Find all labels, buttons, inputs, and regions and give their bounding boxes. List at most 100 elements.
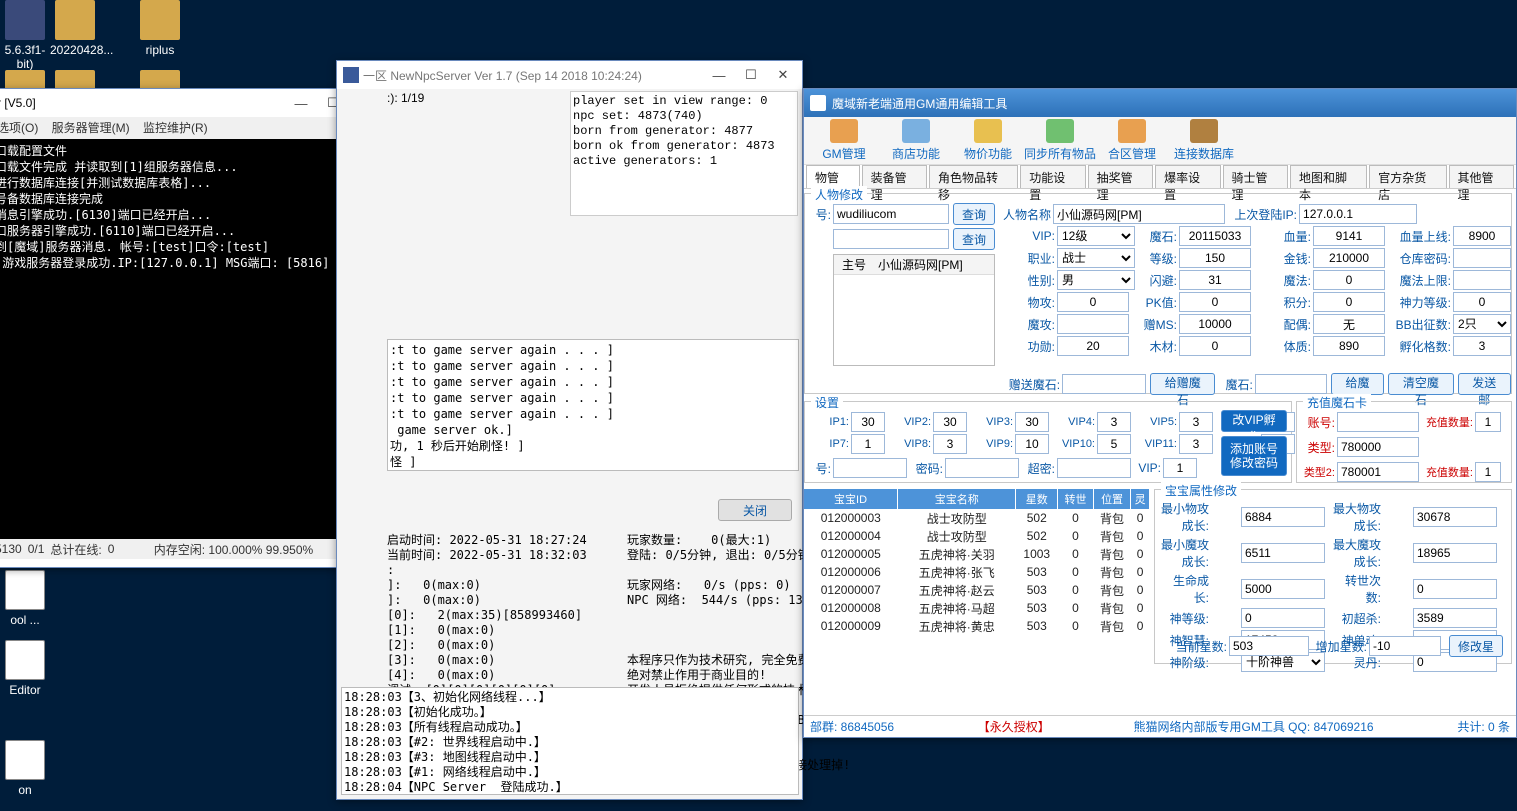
minimize-icon[interactable]: — <box>286 92 316 114</box>
tab-equip[interactable]: 装备管理 <box>862 165 927 188</box>
menu-options[interactable]: 选项(O) <box>0 121 38 135</box>
pet-table[interactable]: 宝宝ID宝宝名称星数转世位置灵012000003战士攻防型5020背包00120… <box>804 489 1150 635</box>
vip-pwd-input[interactable] <box>945 458 1019 478</box>
vip-super-input[interactable] <box>1057 458 1131 478</box>
tab-map[interactable]: 地图和脚本 <box>1290 165 1367 188</box>
vip-level-input[interactable] <box>1097 412 1131 432</box>
desktop-icon[interactable]: 5.6.3f1-bit) <box>0 0 50 71</box>
desktop-icon[interactable]: on <box>0 740 50 797</box>
card-acct-input[interactable] <box>1337 412 1419 432</box>
close-icon[interactable]: ✕ <box>768 64 798 86</box>
change-vip-button[interactable]: 改VIP孵化 <box>1221 410 1287 432</box>
sex-select[interactable]: 男 <box>1057 270 1135 290</box>
vip-level-input[interactable] <box>851 434 885 454</box>
mate-input[interactable] <box>1313 314 1385 334</box>
pk-input[interactable] <box>1179 292 1251 312</box>
mc-input[interactable] <box>1179 336 1251 356</box>
npc-titlebar[interactable]: 一区 NewNpcServer Ver 1.7 (Sep 14 2018 10:… <box>337 61 802 89</box>
tab-func[interactable]: 功能设置 <box>1020 165 1085 188</box>
card-type1-input[interactable] <box>1337 437 1419 457</box>
tab-other[interactable]: 其他管理 <box>1449 165 1514 188</box>
vip-level-input[interactable] <box>1015 412 1049 432</box>
name-input[interactable] <box>1053 204 1225 224</box>
give-ms-button[interactable]: 给魔石 <box>1331 373 1384 395</box>
fh-input[interactable] <box>1453 336 1511 356</box>
desktop-icon[interactable]: 20220428... <box>50 0 100 57</box>
tab-knight[interactable]: 骑士管理 <box>1223 165 1288 188</box>
gold-input[interactable] <box>1313 248 1385 268</box>
hpmax-input[interactable] <box>1453 226 1511 246</box>
ms-input[interactable] <box>1179 226 1251 246</box>
lv-input[interactable] <box>1179 248 1251 268</box>
giftms2-input[interactable] <box>1062 374 1146 394</box>
addstar-input[interactable] <box>1369 636 1441 656</box>
vip-level-input[interactable] <box>1015 434 1049 454</box>
acct-input[interactable] <box>833 204 949 224</box>
tb-sync[interactable]: 同步所有物品 <box>1024 119 1096 162</box>
job-select[interactable]: 战士 <box>1057 248 1135 268</box>
send-email-button[interactable]: 发送邮 <box>1458 373 1511 395</box>
gm-titlebar[interactable]: 魔域新老端通用GM通用编辑工具 <box>804 89 1516 117</box>
card-type2-input[interactable] <box>1337 462 1419 482</box>
life-input[interactable] <box>1241 579 1325 599</box>
console-titlebar[interactable]: r [V5.0] — ☐ ✕ <box>0 89 384 117</box>
bbcert-select[interactable]: 2只 <box>1453 314 1511 334</box>
curstar-input[interactable] <box>1229 636 1309 656</box>
ms2-input[interactable] <box>1255 374 1327 394</box>
vip-level-input[interactable] <box>1179 412 1213 432</box>
desktop-icon[interactable]: riplus <box>135 0 185 57</box>
sllv-input[interactable] <box>1453 292 1511 312</box>
godlv-input[interactable] <box>1241 608 1325 628</box>
tab-item[interactable]: 物管理 <box>806 165 860 188</box>
patk-input[interactable] <box>1057 292 1129 312</box>
menu-server[interactable]: 服务器管理(M) <box>52 121 130 135</box>
table-row[interactable]: 012000008五虎神将·马超5030背包0 <box>804 599 1150 617</box>
vip-level-input[interactable] <box>1179 434 1213 454</box>
vip-vip-input[interactable] <box>1163 458 1197 478</box>
tab-drop[interactable]: 爆率设置 <box>1155 165 1220 188</box>
maxpatk-input[interactable] <box>1413 507 1497 527</box>
whpwd-input[interactable] <box>1453 248 1511 268</box>
vip-select[interactable]: 12级 <box>1057 226 1135 246</box>
clear-ms-button[interactable]: 清空魔石 <box>1388 373 1453 395</box>
table-row[interactable]: 012000006五虎神将·张飞5030背包0 <box>804 563 1150 581</box>
card-cnt2-input[interactable] <box>1475 462 1501 482</box>
shan-input[interactable] <box>1179 270 1251 290</box>
tab-lottery[interactable]: 抽奖管理 <box>1088 165 1153 188</box>
tz-input[interactable] <box>1313 336 1385 356</box>
chao-input[interactable] <box>1413 608 1497 628</box>
tb-gm[interactable]: GM管理 <box>808 119 880 162</box>
tb-shop[interactable]: 商店功能 <box>880 119 952 162</box>
tb-merge[interactable]: 合区管理 <box>1096 119 1168 162</box>
tb-price[interactable]: 物价功能 <box>952 119 1024 162</box>
vip-level-input[interactable] <box>933 434 967 454</box>
desktop-icon[interactable]: Editor <box>0 640 50 697</box>
query-button-2[interactable]: 查询 <box>953 228 995 250</box>
tab-store[interactable]: 官方杂货店 <box>1369 165 1446 188</box>
query-button[interactable]: 查询 <box>953 203 995 225</box>
table-row[interactable]: 012000009五虎神将·黄忠5030背包0 <box>804 617 1150 635</box>
hp-input[interactable] <box>1313 226 1385 246</box>
char-list[interactable]: 主号 小仙源码网[PM] <box>833 254 995 366</box>
table-row[interactable]: 012000005五虎神将·关羽10030背包0 <box>804 545 1150 563</box>
mofa-input[interactable] <box>1313 270 1385 290</box>
gx-input[interactable] <box>1057 336 1129 356</box>
sub-acct-input[interactable] <box>833 229 949 249</box>
minmatk-input[interactable] <box>1241 543 1325 563</box>
card-cnt1-input[interactable] <box>1475 412 1501 432</box>
maximize-icon[interactable]: ☐ <box>736 64 766 86</box>
giftms-input[interactable] <box>1179 314 1251 334</box>
close-button[interactable]: 关闭 <box>718 499 792 521</box>
vip-acct-input[interactable] <box>833 458 907 478</box>
vip-level-input[interactable] <box>851 412 885 432</box>
table-row[interactable]: 012000004战士攻防型5020背包0 <box>804 527 1150 545</box>
jf-input[interactable] <box>1313 292 1385 312</box>
menu-monitor[interactable]: 监控维护(R) <box>143 121 208 135</box>
vip-level-input[interactable] <box>933 412 967 432</box>
table-row[interactable]: 012000007五虎神将·赵云5030背包0 <box>804 581 1150 599</box>
minpatk-input[interactable] <box>1241 507 1325 527</box>
mofamax-input[interactable] <box>1453 270 1511 290</box>
mod-star-button[interactable]: 修改星 <box>1449 635 1503 657</box>
minimize-icon[interactable]: — <box>704 64 734 86</box>
matk-input[interactable] <box>1057 314 1129 334</box>
